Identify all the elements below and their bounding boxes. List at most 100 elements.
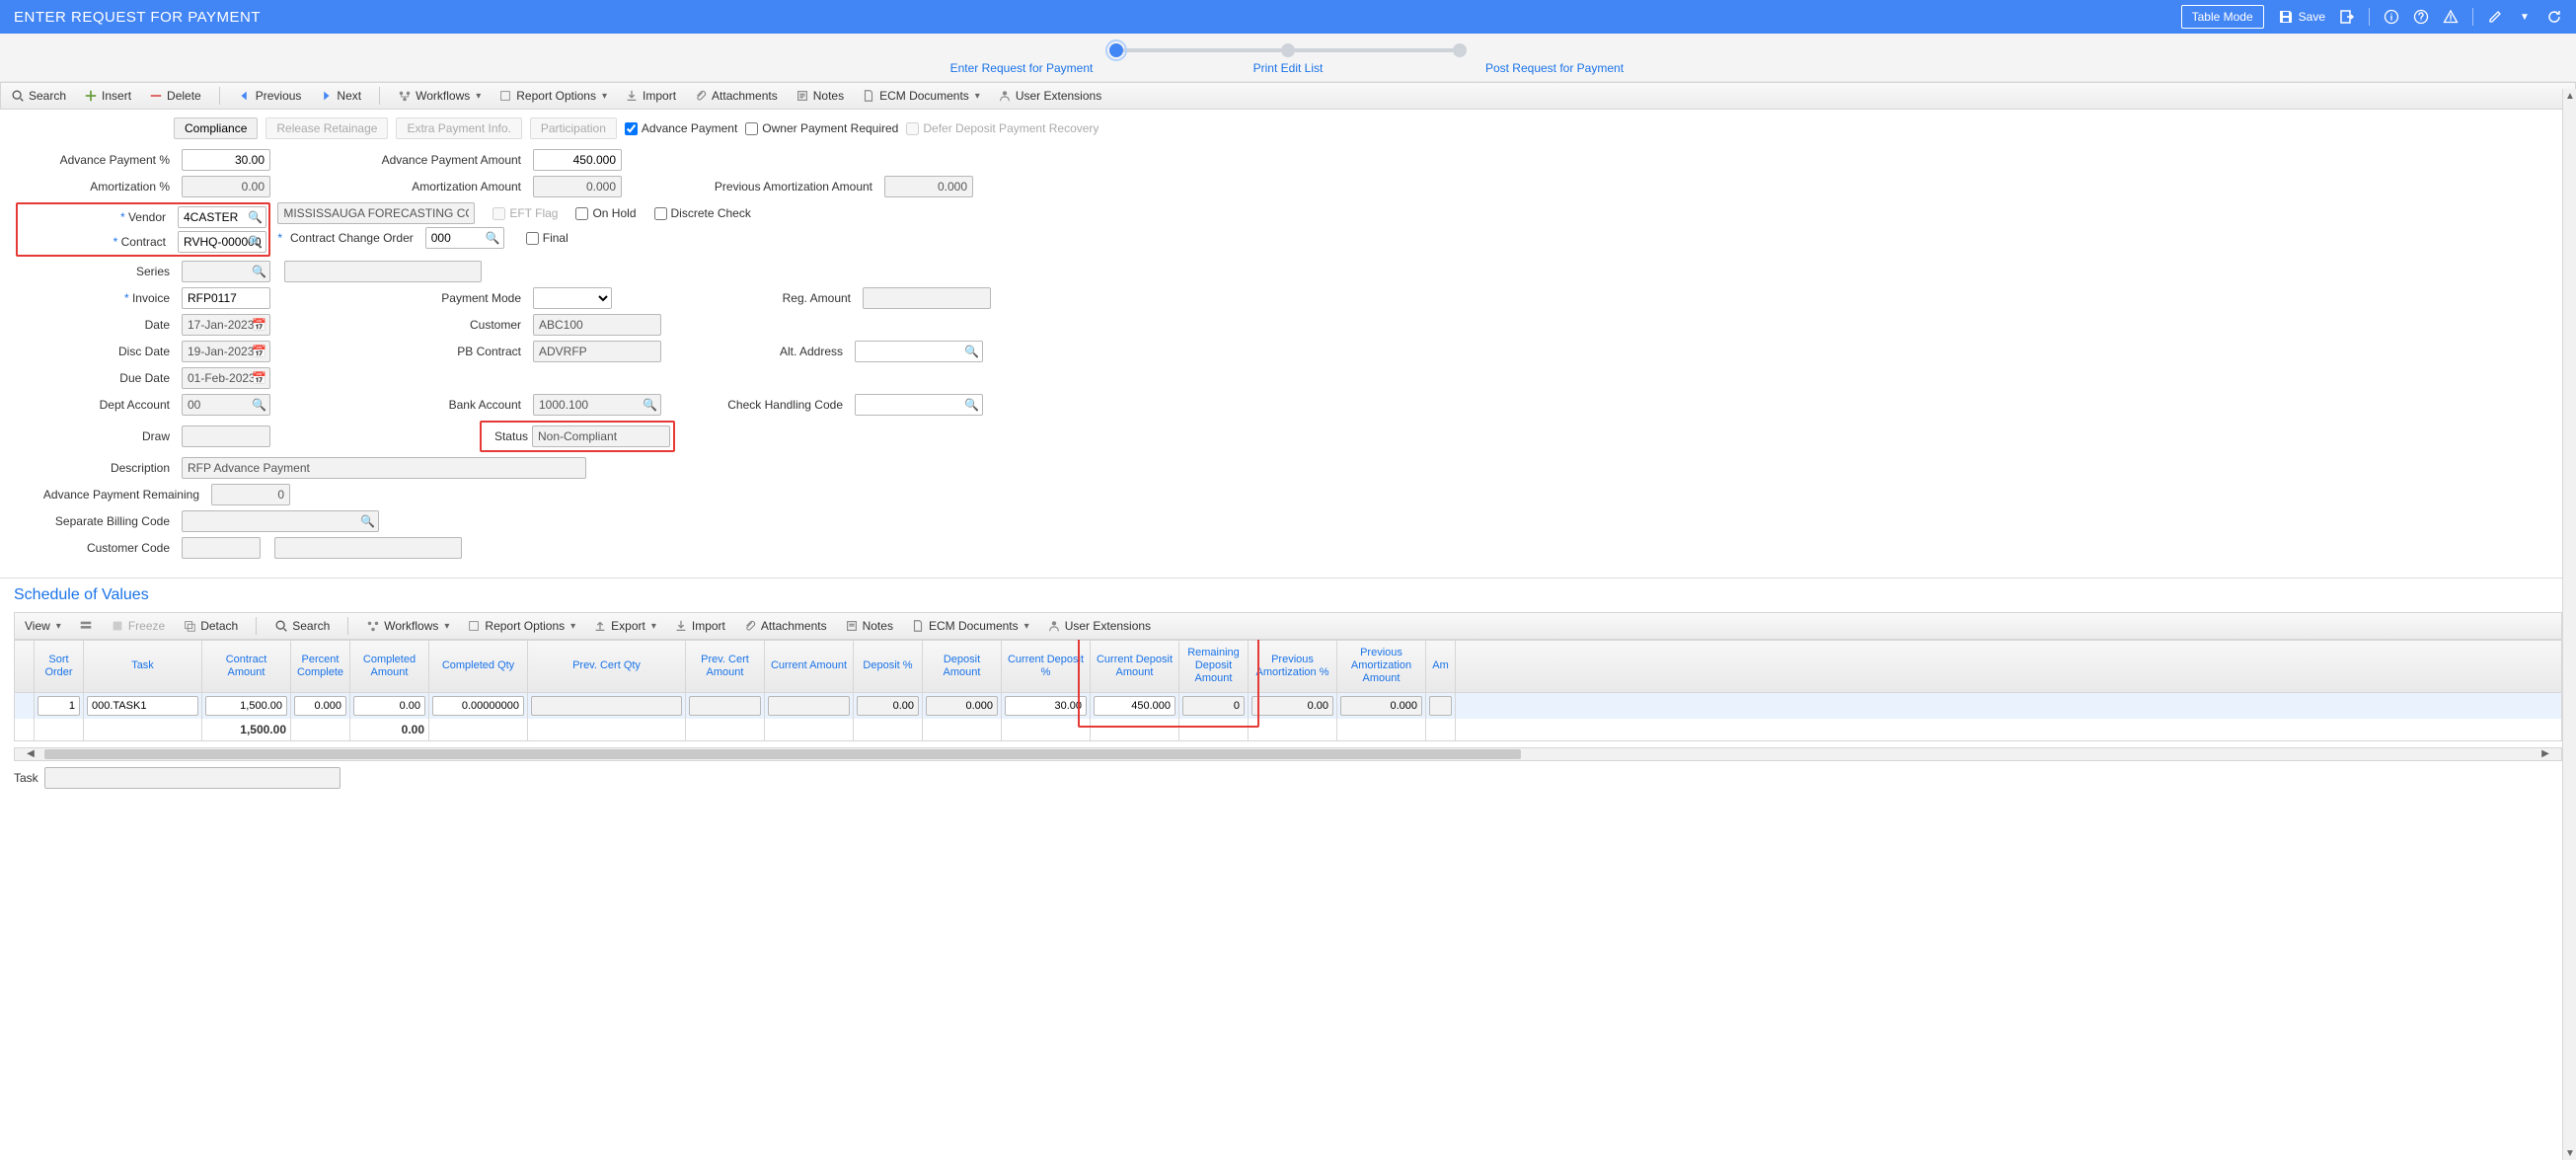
col-prev-amort-pct[interactable]: Previous Amortization % — [1249, 641, 1337, 692]
sov-search-button[interactable]: Search — [274, 619, 330, 633]
sov-report-options-button[interactable]: Report Options▾ — [467, 619, 575, 633]
col-task[interactable]: Task — [84, 641, 202, 692]
col-percent-complete[interactable]: Percent Complete — [291, 641, 350, 692]
col-prev-cert-qty[interactable]: Prev. Cert Qty — [528, 641, 686, 692]
calendar-icon[interactable]: 📅 — [252, 318, 266, 332]
sov-attachments-button[interactable]: Attachments — [743, 619, 827, 633]
amort-amt-label: Amortization Amount — [278, 180, 525, 193]
train-label-2[interactable]: Print Edit List — [1189, 61, 1387, 75]
scroll-left-icon[interactable]: ◀ — [23, 748, 38, 760]
refresh-icon[interactable] — [2546, 9, 2562, 25]
sov-workflows-button[interactable]: Workflows▾ — [366, 619, 449, 633]
dropdown-icon[interactable]: ▼ — [2517, 9, 2533, 25]
edit-icon[interactable] — [2487, 9, 2503, 25]
previous-button[interactable]: Previous — [238, 89, 302, 103]
on-hold-check[interactable]: On Hold — [575, 206, 636, 220]
sov-user-ext-button[interactable]: User Extensions — [1047, 619, 1151, 633]
compliance-button[interactable]: Compliance — [174, 117, 258, 139]
help-icon[interactable] — [2413, 9, 2429, 25]
search-icon[interactable]: 🔍 — [252, 265, 266, 278]
insert-button[interactable]: Insert — [84, 89, 131, 103]
date-label: Date — [16, 318, 174, 332]
search-icon[interactable]: 🔍 — [486, 231, 500, 245]
train-label-1[interactable]: Enter Request for Payment — [923, 61, 1120, 75]
search-icon[interactable]: 🔍 — [360, 514, 375, 528]
col-prev-amort-amount[interactable]: Previous Amortization Amount — [1337, 641, 1426, 692]
table-mode-button[interactable]: Table Mode — [2181, 5, 2264, 29]
warning-icon[interactable] — [2443, 9, 2459, 25]
cell-completed-qty[interactable] — [432, 696, 524, 716]
col-completed-qty[interactable]: Completed Qty — [429, 641, 528, 692]
col-cur-deposit-pct[interactable]: Current Deposit % — [1002, 641, 1091, 692]
format-button[interactable] — [79, 619, 93, 633]
adv-pay-amt-input[interactable] — [533, 149, 622, 171]
search-icon[interactable]: 🔍 — [643, 398, 657, 412]
report-options-button[interactable]: Report Options▾ — [498, 89, 607, 103]
cell-task[interactable] — [87, 696, 198, 716]
description-input[interactable] — [182, 457, 586, 479]
v-scrollbar[interactable]: ▲ ▼ — [2562, 89, 2576, 1160]
h-scrollbar[interactable]: ◀ ▶ — [14, 747, 2562, 761]
sov-export-button[interactable]: Export▾ — [593, 619, 656, 633]
import-button[interactable]: Import — [625, 89, 676, 103]
scroll-thumb[interactable] — [44, 749, 1521, 759]
invoice-input[interactable] — [182, 287, 270, 309]
cell-cur-deposit-amount[interactable] — [1094, 696, 1175, 716]
search-icon[interactable]: 🔍 — [964, 345, 979, 358]
delete-button[interactable]: Delete — [149, 89, 201, 103]
customer-input — [533, 314, 661, 336]
cell-sort-order[interactable] — [38, 696, 80, 716]
search-icon[interactable]: 🔍 — [248, 210, 263, 224]
train-node-2[interactable] — [1281, 43, 1295, 57]
prev-amort-amt-label: Previous Amortization Amount — [630, 180, 876, 193]
search-icon[interactable]: 🔍 — [252, 398, 266, 412]
discrete-check[interactable]: Discrete Check — [654, 206, 751, 220]
cell-cur-deposit-pct[interactable] — [1005, 696, 1087, 716]
search-icon[interactable]: 🔍 — [964, 398, 979, 412]
owner-payment-check[interactable]: Owner Payment Required — [745, 121, 898, 135]
view-button[interactable]: View▾ — [25, 619, 61, 633]
search-button[interactable]: Search — [11, 89, 66, 103]
col-am[interactable]: Am — [1426, 641, 1456, 692]
scroll-right-icon[interactable]: ▶ — [2538, 748, 2553, 760]
detach-button[interactable]: Detach — [183, 619, 238, 633]
next-button[interactable]: Next — [319, 89, 361, 103]
cell-contract-amount[interactable] — [205, 696, 287, 716]
search-icon[interactable]: 🔍 — [248, 235, 263, 249]
scroll-down-icon[interactable]: ▼ — [2563, 1146, 2576, 1160]
user-extensions-button[interactable]: User Extensions — [998, 89, 1101, 103]
train-label-3[interactable]: Post Request for Payment — [1456, 61, 1653, 75]
final-check[interactable]: Final — [526, 231, 568, 245]
ecm-documents-button[interactable]: ECM Documents▾ — [862, 89, 980, 103]
col-deposit-amount[interactable]: Deposit Amount — [923, 641, 1002, 692]
calendar-icon[interactable]: 📅 — [252, 371, 266, 385]
sep-billing-input[interactable] — [182, 510, 379, 532]
col-prev-cert-amount[interactable]: Prev. Cert Amount — [686, 641, 765, 692]
save-button[interactable]: Save — [2278, 9, 2325, 25]
train-node-3[interactable] — [1453, 43, 1467, 57]
col-current-amount[interactable]: Current Amount — [765, 641, 854, 692]
adv-pay-pct-input[interactable] — [182, 149, 270, 171]
calendar-icon[interactable]: 📅 — [252, 345, 266, 358]
sov-ecm-button[interactable]: ECM Documents▾ — [911, 619, 1029, 633]
train-node-1[interactable] — [1109, 43, 1123, 57]
notes-button[interactable]: Notes — [796, 89, 844, 103]
advance-payment-check[interactable]: Advance Payment — [625, 121, 737, 135]
attachments-button[interactable]: Attachments — [694, 89, 778, 103]
col-deposit-pct[interactable]: Deposit % — [854, 641, 923, 692]
exit-icon[interactable] — [2339, 9, 2355, 25]
info-icon[interactable] — [2384, 9, 2399, 25]
sov-notes-button[interactable]: Notes — [845, 619, 893, 633]
payment-mode-select[interactable] — [533, 287, 612, 309]
sov-import-button[interactable]: Import — [674, 619, 725, 633]
scroll-up-icon[interactable]: ▲ — [2563, 89, 2576, 103]
workflows-button[interactable]: Workflows▾ — [398, 89, 481, 103]
cell-completed-amount[interactable] — [353, 696, 425, 716]
cell-pct-complete[interactable] — [294, 696, 346, 716]
col-remaining-deposit[interactable]: Remaining Deposit Amount — [1179, 641, 1249, 692]
col-completed-amount[interactable]: Completed Amount — [350, 641, 429, 692]
col-cur-deposit-amount[interactable]: Current Deposit Amount — [1091, 641, 1179, 692]
col-sort-order[interactable]: Sort Order — [35, 641, 84, 692]
grid-row[interactable] — [14, 693, 2562, 719]
col-contract-amount[interactable]: Contract Amount — [202, 641, 291, 692]
